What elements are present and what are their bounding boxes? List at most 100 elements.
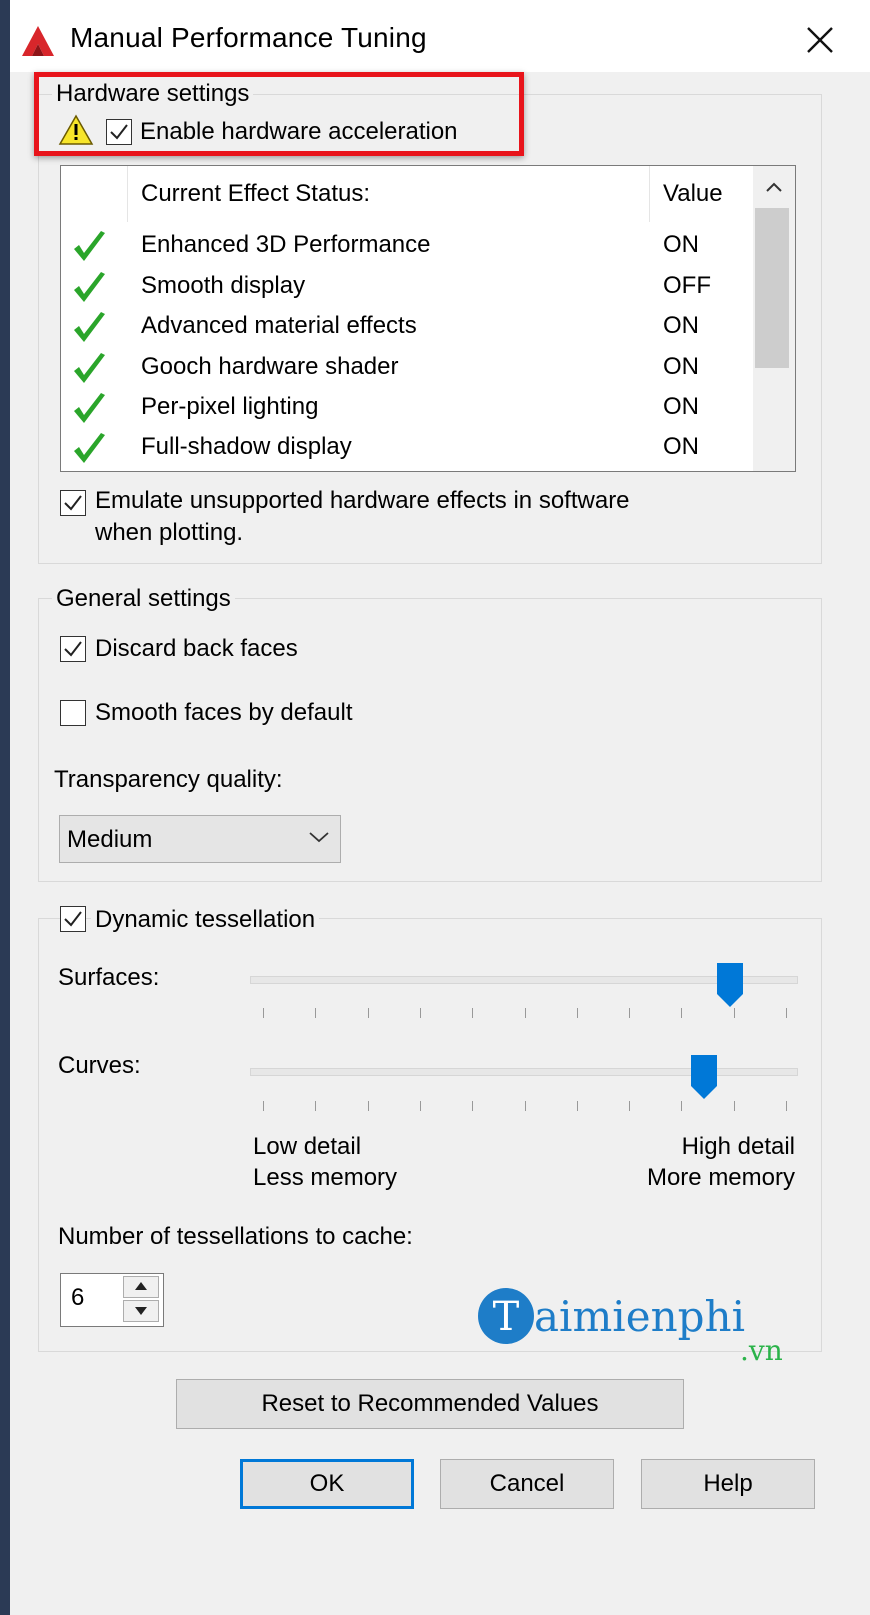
emulate-effects-label-line1: Emulate unsupported hardware effects in … [95, 487, 630, 514]
list-item[interactable]: Enhanced 3D Performance ON [61, 227, 751, 267]
stepper-up-icon[interactable] [123, 1276, 159, 1298]
stepper-down-icon[interactable] [123, 1300, 159, 1322]
list-item[interactable]: Full-shadow display ON [61, 429, 751, 469]
cancel-button[interactable]: Cancel [440, 1459, 614, 1509]
scrollbar-thumb[interactable] [755, 208, 789, 368]
svg-text:T: T [493, 1294, 520, 1340]
effect-value: ON [663, 231, 699, 258]
slider-tick [629, 1101, 631, 1111]
watermark-logo: T aimienphi .vn [476, 1286, 783, 1367]
low-detail-label: Low detail [253, 1133, 362, 1160]
curves-label: Curves: [58, 1052, 141, 1079]
slider-tick [733, 1101, 735, 1111]
slider-tick [367, 1008, 369, 1018]
discard-back-faces-label: Discard back faces [95, 635, 298, 662]
list-item[interactable]: Smooth display OFF [61, 268, 751, 308]
chevron-down-icon [308, 830, 330, 849]
scroll-up-icon[interactable] [753, 166, 795, 208]
green-check-icon [71, 270, 107, 306]
tessellation-cache-label: Number of tessellations to cache: [58, 1223, 413, 1250]
slider-tick [472, 1008, 474, 1018]
surfaces-slider-thumb[interactable] [716, 962, 744, 1013]
effect-value: OFF [663, 272, 711, 299]
dynamic-tessellation-checkbox[interactable] [60, 906, 86, 932]
green-check-icon [71, 229, 107, 265]
list-scrollbar[interactable] [753, 166, 795, 471]
window-left-edge [0, 0, 10, 1615]
slider-tick [786, 1008, 787, 1018]
help-button[interactable]: Help [641, 1459, 815, 1509]
slider-tick [263, 1008, 264, 1018]
slider-tick [419, 1008, 421, 1018]
effect-name: Smooth display [141, 272, 306, 299]
watermark-suffix: .vn [740, 1334, 783, 1367]
list-header: Current Effect Status: Value [61, 166, 751, 222]
help-label: Help [703, 1470, 753, 1497]
slider-tick [576, 1008, 578, 1018]
green-check-icon [71, 391, 107, 427]
highlight-box [34, 72, 524, 156]
less-memory-label: Less memory [253, 1164, 398, 1191]
column-divider [127, 166, 128, 222]
autocad-icon [20, 24, 56, 58]
transparency-quality-label: Transparency quality: [54, 766, 283, 793]
more-memory-label: More memory [646, 1164, 795, 1191]
reset-recommended-button[interactable]: Reset to Recommended Values [176, 1379, 684, 1429]
emulate-effects-label-line2: when plotting. [95, 519, 244, 546]
green-check-icon [71, 310, 107, 346]
window-title: Manual Performance Tuning [70, 22, 427, 53]
slider-tick [367, 1101, 369, 1111]
list-item[interactable]: Gooch hardware shader ON [61, 349, 751, 389]
slider-tick [419, 1101, 421, 1111]
window-top-edge [0, 0, 870, 8]
title-bar: Manual Performance Tuning [10, 8, 870, 72]
transparency-quality-dropdown[interactable]: Medium [59, 815, 341, 863]
high-detail-label: High detail [681, 1133, 795, 1160]
effect-value: ON [663, 312, 699, 339]
ok-label: OK [309, 1470, 345, 1497]
slider-tick [681, 1101, 683, 1111]
effect-value: ON [663, 393, 699, 420]
tessellation-cache-stepper[interactable]: 6 [60, 1273, 164, 1327]
effect-name: Enhanced 3D Performance [141, 231, 431, 258]
stepper-buttons [123, 1276, 161, 1324]
slider-tick [681, 1008, 683, 1018]
slider-tick [524, 1101, 526, 1111]
slider-tick [315, 1101, 317, 1111]
smooth-faces-label: Smooth faces by default [95, 699, 353, 726]
effect-value: ON [663, 433, 699, 460]
close-icon[interactable] [800, 20, 840, 60]
effect-name: Advanced material effects [141, 312, 417, 339]
effect-name: Full-shadow display [141, 433, 352, 460]
cancel-label: Cancel [489, 1470, 565, 1497]
slider-tick [786, 1101, 787, 1111]
slider-tick [629, 1008, 631, 1018]
list-item[interactable]: Per-pixel lighting ON [61, 389, 751, 429]
general-settings-legend: General settings [52, 585, 235, 613]
effect-name: Per-pixel lighting [141, 393, 319, 420]
slider-tick [576, 1101, 578, 1111]
smooth-faces-checkbox[interactable] [60, 700, 86, 726]
slider-tick [733, 1008, 735, 1018]
header-value: Value [663, 180, 723, 207]
header-current-effect-status: Current Effect Status: [141, 180, 370, 207]
watermark-brand: aimienphi [534, 1292, 746, 1341]
slider-tick [315, 1008, 317, 1018]
slider-tick [263, 1101, 264, 1111]
green-check-icon [71, 431, 107, 467]
discard-back-faces-checkbox[interactable] [60, 636, 86, 662]
effect-value: ON [663, 353, 699, 380]
surfaces-label: Surfaces: [58, 964, 160, 991]
slider-tick [524, 1008, 526, 1018]
curves-slider-thumb[interactable] [690, 1054, 718, 1105]
effect-status-list[interactable]: Current Effect Status: Value Enhanced 3D… [60, 165, 796, 472]
column-divider [649, 166, 650, 222]
reset-recommended-label: Reset to Recommended Values [261, 1390, 599, 1417]
emulate-effects-checkbox[interactable] [60, 490, 86, 516]
dropdown-selected-value: Medium [67, 826, 153, 853]
ok-button[interactable]: OK [240, 1459, 414, 1509]
slider-tick [472, 1101, 474, 1111]
stepper-value[interactable]: 6 [71, 1284, 84, 1312]
list-item[interactable]: Advanced material effects ON [61, 308, 751, 348]
effect-name: Gooch hardware shader [141, 353, 399, 380]
